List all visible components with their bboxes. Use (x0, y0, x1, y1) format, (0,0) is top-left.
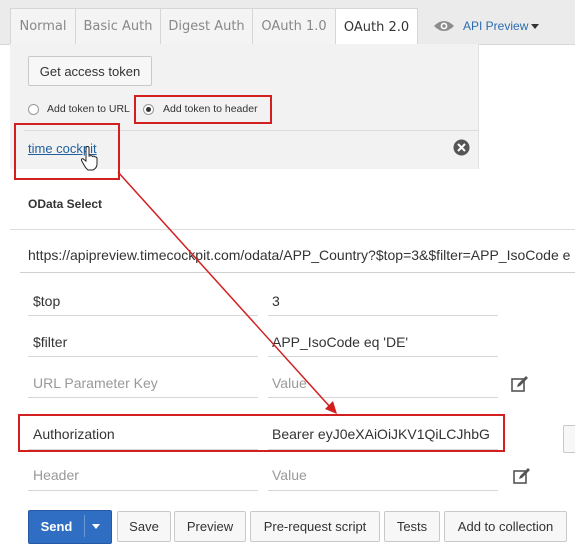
annotation-box-token (14, 123, 120, 180)
chevron-down-icon[interactable] (92, 524, 100, 529)
send-button[interactable]: Send (28, 510, 112, 544)
bulk-edit-headers-icon[interactable] (513, 467, 531, 485)
annotation-box-authorization (18, 414, 505, 452)
tab-normal[interactable]: Normal (10, 8, 76, 44)
request-url-input[interactable]: https://apipreview.timecockpit.com/odata… (28, 247, 575, 263)
new-url-param-value-input[interactable]: Value (272, 375, 307, 391)
url-param-value-input[interactable]: APP_IsoCode eq 'DE' (272, 334, 408, 350)
url-param-value-input[interactable]: 3 (272, 293, 280, 309)
field-underline (28, 356, 258, 357)
auth-tab-bar: Normal Basic Auth Digest Auth OAuth 1.0 … (0, 0, 575, 45)
field-underline (28, 315, 258, 316)
get-access-token-button[interactable]: Get access token (28, 56, 152, 86)
new-url-param-key-input[interactable]: URL Parameter Key (33, 375, 158, 391)
api-preview-dropdown[interactable]: API Preview (433, 8, 540, 44)
field-underline (268, 397, 498, 398)
url-param-key-input[interactable]: $top (33, 293, 60, 309)
tab-basic-auth[interactable]: Basic Auth (75, 8, 161, 44)
preview-button[interactable]: Preview (174, 511, 246, 542)
eye-icon (434, 21, 454, 31)
send-divider (84, 515, 85, 537)
tab-digest-auth[interactable]: Digest Auth (160, 8, 253, 44)
api-preview-label: API Preview (463, 19, 529, 33)
add-to-collection-button[interactable]: Add to collection (444, 511, 567, 542)
radio-add-token-url-label: Add token to URL (47, 103, 130, 115)
divider (10, 229, 575, 230)
field-underline (268, 356, 498, 357)
field-underline (28, 490, 258, 491)
new-header-key-input[interactable]: Header (33, 467, 79, 483)
annotation-box-header-radio (134, 95, 272, 124)
field-underline (268, 490, 498, 491)
pre-request-script-button[interactable]: Pre-request script (250, 511, 380, 542)
bulk-edit-params-icon[interactable] (511, 375, 529, 393)
save-button[interactable]: Save (117, 511, 171, 542)
tab-oauth-2[interactable]: OAuth 2.0 (335, 8, 418, 45)
field-underline (28, 397, 258, 398)
remove-token-icon[interactable] (453, 139, 470, 156)
url-underline (20, 272, 575, 273)
radio-add-token-url[interactable] (28, 104, 39, 115)
new-header-value-input[interactable]: Value (272, 467, 307, 483)
header-presets-button[interactable] (563, 425, 575, 453)
tab-oauth-1[interactable]: OAuth 1.0 (252, 8, 336, 44)
field-underline (268, 315, 498, 316)
url-param-key-input[interactable]: $filter (33, 334, 67, 350)
send-button-label: Send (40, 518, 73, 534)
odata-select-label: OData Select (28, 197, 103, 211)
chevron-down-icon (531, 23, 540, 29)
tests-button[interactable]: Tests (384, 511, 440, 542)
